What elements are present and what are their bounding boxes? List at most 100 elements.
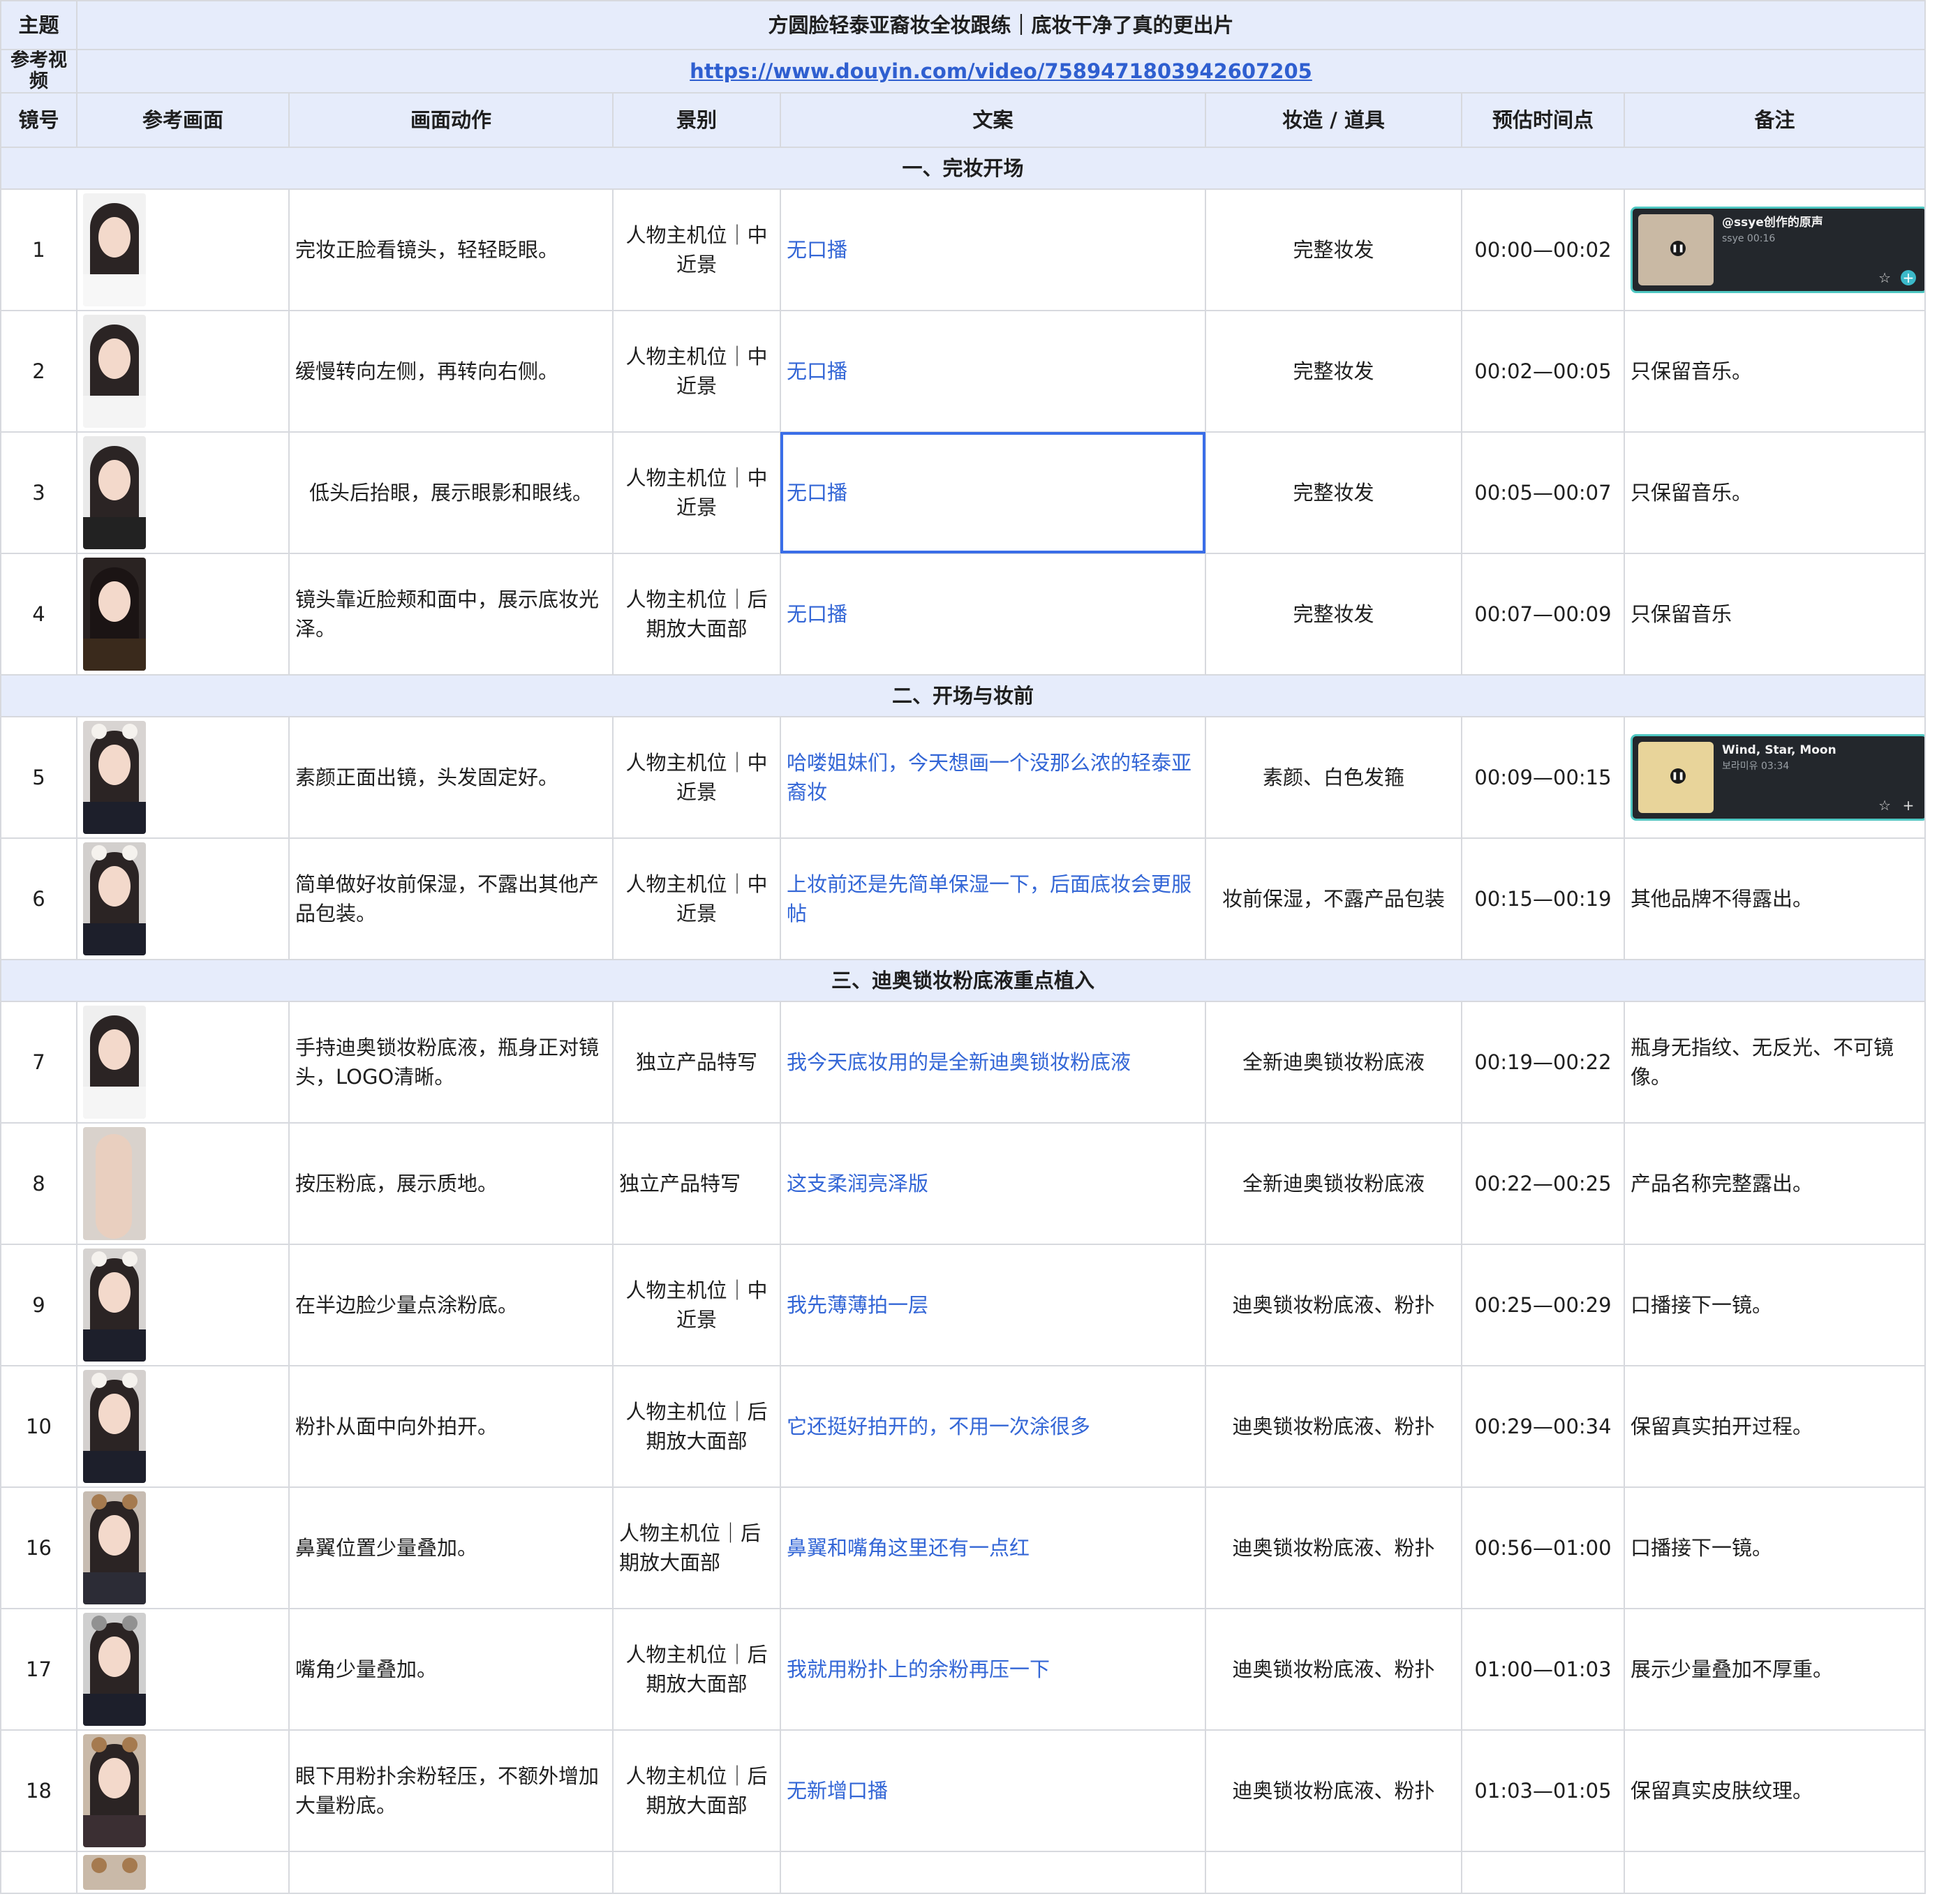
- time-cell[interactable]: 00:09—00:15: [1461, 716, 1625, 839]
- props-cell[interactable]: 全新迪奥锁妆粉底液: [1205, 1122, 1462, 1245]
- copy-cell-selected[interactable]: 无口播: [780, 431, 1206, 554]
- reference-thumbnail[interactable]: [83, 721, 146, 834]
- reference-thumbnail[interactable]: [83, 1248, 146, 1362]
- col-header-shot-type[interactable]: 景别: [612, 92, 781, 148]
- time-cell[interactable]: 00:29—00:34: [1461, 1365, 1625, 1488]
- reference-thumbnail[interactable]: [83, 193, 146, 306]
- action-cell[interactable]: 完妆正脸看镜头，轻轻眨眼。: [288, 188, 614, 311]
- shot-type-cell[interactable]: 人物主机位｜中近景: [612, 188, 781, 311]
- action-cell[interactable]: [288, 1851, 614, 1894]
- topic-label-cell[interactable]: 主题: [0, 0, 77, 50]
- shot-type-cell[interactable]: 人物主机位｜中近景: [612, 1244, 781, 1366]
- add-icon[interactable]: +: [1901, 798, 1916, 813]
- shot-type-cell[interactable]: 人物主机位｜中近景: [612, 310, 781, 433]
- ref-url-cell[interactable]: https://www.douyin.com/video/75894718039…: [76, 49, 1926, 94]
- props-cell[interactable]: 迪奥锁妆粉底液、粉扑: [1205, 1729, 1462, 1852]
- shot-type-cell[interactable]: 独立产品特写: [612, 1001, 781, 1124]
- time-cell[interactable]: 00:25—00:29: [1461, 1244, 1625, 1366]
- ref-label-cell[interactable]: 参考视频: [0, 49, 77, 94]
- reference-video-link[interactable]: https://www.douyin.com/video/75894718039…: [690, 59, 1312, 83]
- ref-image-cell[interactable]: [76, 188, 290, 311]
- col-header-shot-no[interactable]: 镜号: [0, 92, 77, 148]
- pause-icon[interactable]: ❚❚: [1670, 241, 1686, 256]
- time-cell[interactable]: 00:19—00:22: [1461, 1001, 1625, 1124]
- props-cell[interactable]: 素颜、白色发箍: [1205, 716, 1462, 839]
- props-cell[interactable]: 迪奥锁妆粉底液、粉扑: [1205, 1244, 1462, 1366]
- copy-cell[interactable]: 无口播: [780, 310, 1206, 433]
- reference-thumbnail[interactable]: [83, 842, 146, 955]
- action-cell[interactable]: 嘴角少量叠加。: [288, 1608, 614, 1731]
- props-cell[interactable]: 完整妆发: [1205, 431, 1462, 554]
- pause-icon[interactable]: ❚❚: [1670, 768, 1686, 784]
- copy-cell[interactable]: 鼻翼和嘴角这里还有一点红: [780, 1486, 1206, 1609]
- note-cell[interactable]: 保留真实皮肤纹理。: [1624, 1729, 1926, 1852]
- shot-number[interactable]: 9: [0, 1244, 77, 1366]
- shot-number[interactable]: [0, 1851, 77, 1894]
- time-cell[interactable]: 01:00—01:03: [1461, 1608, 1625, 1731]
- reference-thumbnail[interactable]: [83, 1006, 146, 1119]
- copy-cell[interactable]: 我先薄薄拍一层: [780, 1244, 1206, 1366]
- action-cell[interactable]: 鼻翼位置少量叠加。: [288, 1486, 614, 1609]
- note-cell[interactable]: 只保留音乐。: [1624, 431, 1926, 554]
- shot-type-cell[interactable]: 人物主机位｜后期放大面部: [612, 1608, 781, 1731]
- note-cell[interactable]: 口播接下一镜。: [1624, 1244, 1926, 1366]
- shot-type-cell[interactable]: 人物主机位｜后期放大面部: [612, 553, 781, 676]
- shot-number[interactable]: 2: [0, 310, 77, 433]
- copy-cell[interactable]: 这支柔润亮泽版: [780, 1122, 1206, 1245]
- action-cell[interactable]: 在半边脸少量点涂粉底。: [288, 1244, 614, 1366]
- col-header-action[interactable]: 画面动作: [288, 92, 614, 148]
- col-header-time[interactable]: 预估时间点: [1461, 92, 1625, 148]
- shot-number[interactable]: 8: [0, 1122, 77, 1245]
- ref-image-cell[interactable]: [76, 1729, 290, 1852]
- copy-cell[interactable]: 哈喽姐妹们，今天想画一个没那么浓的轻泰亚裔妆: [780, 716, 1206, 839]
- shot-type-cell[interactable]: 人物主机位｜中近景: [612, 837, 781, 960]
- action-cell[interactable]: 简单做好妆前保湿，不露出其他产品包装。: [288, 837, 614, 960]
- props-cell[interactable]: 完整妆发: [1205, 310, 1462, 433]
- reference-thumbnail[interactable]: [83, 1734, 146, 1847]
- col-header-copy[interactable]: 文案: [780, 92, 1206, 148]
- action-cell[interactable]: 按压粉底，展示质地。: [288, 1122, 614, 1245]
- ref-image-cell[interactable]: [76, 1244, 290, 1366]
- props-cell[interactable]: [1205, 1851, 1462, 1894]
- props-cell[interactable]: 完整妆发: [1205, 188, 1462, 311]
- reference-thumbnail[interactable]: [83, 1127, 146, 1240]
- time-cell[interactable]: 00:02—00:05: [1461, 310, 1625, 433]
- reference-thumbnail[interactable]: [83, 558, 146, 671]
- time-cell[interactable]: 00:00—00:02: [1461, 188, 1625, 311]
- shot-type-cell[interactable]: 人物主机位｜中近景: [612, 431, 781, 554]
- note-cell[interactable]: 产品名称完整露出。: [1624, 1122, 1926, 1245]
- reference-thumbnail[interactable]: [83, 436, 146, 549]
- note-cell[interactable]: 口播接下一镜。: [1624, 1486, 1926, 1609]
- copy-cell[interactable]: 我今天底妆用的是全新迪奥锁妆粉底液: [780, 1001, 1206, 1124]
- copy-cell[interactable]: [780, 1851, 1206, 1894]
- ref-image-cell[interactable]: [76, 431, 290, 554]
- shot-type-cell[interactable]: 人物主机位｜后期放大面部: [612, 1486, 781, 1609]
- reference-thumbnail[interactable]: [83, 315, 146, 428]
- shot-type-cell[interactable]: 人物主机位｜后期放大面部: [612, 1365, 781, 1488]
- time-cell[interactable]: 00:05—00:07: [1461, 431, 1625, 554]
- ref-image-cell[interactable]: [76, 553, 290, 676]
- ref-image-cell[interactable]: [76, 1608, 290, 1731]
- favorite-icon[interactable]: ☆: [1878, 798, 1891, 813]
- shot-number[interactable]: 1: [0, 188, 77, 311]
- shot-number[interactable]: 6: [0, 837, 77, 960]
- action-cell[interactable]: 手持迪奥锁妆粉底液，瓶身正对镜头，LOGO清晰。: [288, 1001, 614, 1124]
- action-cell[interactable]: 缓慢转向左侧，再转向右侧。: [288, 310, 614, 433]
- ref-image-cell[interactable]: [76, 1486, 290, 1609]
- time-cell[interactable]: 00:15—00:19: [1461, 837, 1625, 960]
- time-cell[interactable]: [1461, 1851, 1625, 1894]
- shot-type-cell[interactable]: 独立产品特写: [612, 1122, 781, 1245]
- music-card[interactable]: ❚❚ @ssye创作的原声 ssye 00:16 ☆ +: [1631, 207, 1924, 293]
- shot-type-cell[interactable]: [612, 1851, 781, 1894]
- props-cell[interactable]: 妆前保湿，不露产品包装: [1205, 837, 1462, 960]
- topic-value-cell[interactable]: 方圆脸轻泰亚裔妆全妆跟练｜底妆干净了真的更出片: [76, 0, 1926, 50]
- shot-number[interactable]: 4: [0, 553, 77, 676]
- props-cell[interactable]: 迪奥锁妆粉底液、粉扑: [1205, 1486, 1462, 1609]
- note-cell[interactable]: 只保留音乐。: [1624, 310, 1926, 433]
- add-icon[interactable]: +: [1901, 270, 1916, 285]
- action-cell[interactable]: 粉扑从面中向外拍开。: [288, 1365, 614, 1488]
- copy-cell[interactable]: 上妆前还是先简单保湿一下，后面底妆会更服帖: [780, 837, 1206, 960]
- shot-number[interactable]: 7: [0, 1001, 77, 1124]
- shot-number[interactable]: 5: [0, 716, 77, 839]
- favorite-icon[interactable]: ☆: [1878, 270, 1891, 285]
